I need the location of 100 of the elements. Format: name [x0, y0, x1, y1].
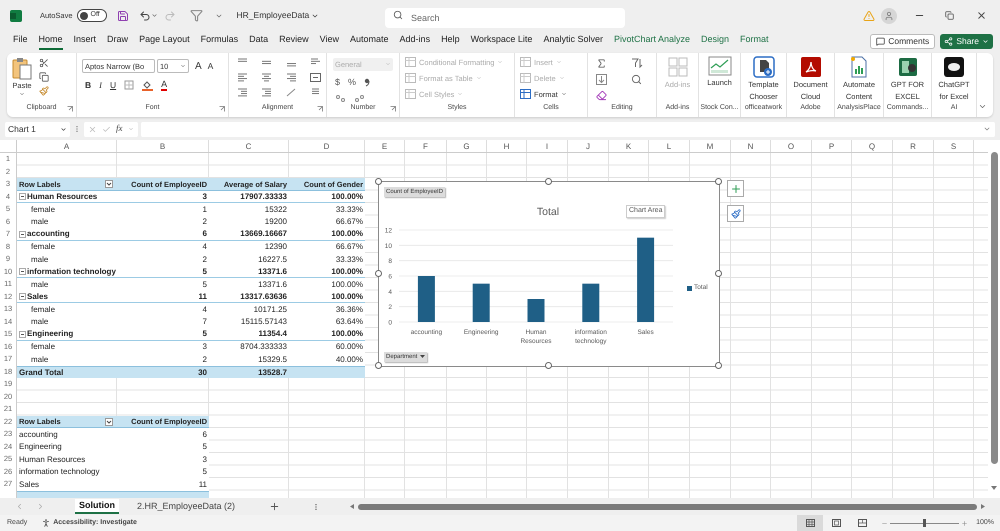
column-header[interactable]: D — [289, 140, 365, 152]
paragraph-direction-icon[interactable] — [310, 88, 321, 97]
column-header[interactable]: F — [405, 140, 447, 152]
column-header[interactable]: S — [934, 140, 974, 152]
menu-tab[interactable]: Data — [249, 32, 268, 50]
cut-icon[interactable] — [39, 58, 49, 68]
menu-tab[interactable]: PivotChart Analyze — [614, 32, 690, 50]
accessibility-icon[interactable] — [41, 518, 52, 528]
column-header[interactable]: A — [17, 140, 117, 152]
normal-view-button[interactable] — [797, 515, 824, 531]
column-header[interactable]: B — [117, 140, 209, 152]
dialog-launcher-icon[interactable] — [219, 106, 225, 112]
borders-icon[interactable] — [124, 80, 134, 90]
column-header[interactable]: E — [365, 140, 405, 152]
name-box[interactable]: Chart 1 — [5, 122, 70, 137]
column-header[interactable]: O — [771, 140, 812, 152]
resize-handle[interactable] — [544, 178, 552, 185]
column-header[interactable]: M — [690, 140, 731, 152]
collapse-icon[interactable] — [19, 268, 26, 276]
dialog-launcher-icon[interactable] — [390, 106, 396, 112]
resize-handle[interactable] — [544, 362, 552, 369]
column-header[interactable]: Q — [852, 140, 893, 152]
underline-button[interactable]: U — [110, 78, 116, 92]
share-button[interactable]: Share — [940, 34, 993, 49]
copy-icon[interactable] — [39, 72, 49, 82]
scrollbar-thumb[interactable] — [990, 152, 998, 464]
comments-button[interactable]: Comments — [870, 34, 936, 49]
zoom-slider-thumb[interactable] — [923, 519, 926, 527]
column-header[interactable]: I — [527, 140, 568, 152]
resize-handle[interactable] — [714, 270, 722, 277]
menu-tab[interactable]: Workspace Lite — [470, 32, 532, 50]
collapse-icon[interactable] — [19, 193, 26, 200]
percent-button[interactable]: % — [348, 76, 356, 90]
menu-tab[interactable]: View — [320, 32, 340, 50]
formula-input[interactable] — [140, 122, 995, 137]
fill-down-icon[interactable] — [596, 74, 607, 85]
find-icon[interactable] — [631, 74, 642, 85]
sort-filter-icon[interactable] — [631, 58, 643, 69]
scroll-left-icon[interactable] — [350, 504, 354, 510]
column-header[interactable]: K — [609, 140, 649, 152]
column-header[interactable]: R — [893, 140, 934, 152]
menu-tab[interactable]: Review — [279, 32, 309, 50]
menu-tab[interactable]: Add-ins — [400, 32, 430, 50]
search-field[interactable]: Search — [385, 8, 625, 28]
increase-decimal-icon[interactable] — [335, 94, 346, 104]
file-name[interactable]: HR_EmployeeData — [236, 9, 310, 22]
insert-function-button[interactable]: fx — [116, 122, 122, 136]
menu-tab[interactable]: Format — [740, 32, 769, 50]
column-header[interactable]: N — [731, 140, 771, 152]
menu-tab[interactable]: Analytic Solver — [543, 32, 603, 50]
add-element-button[interactable] — [727, 180, 744, 198]
menu-tab[interactable]: File — [13, 32, 28, 50]
collapse-icon[interactable] — [19, 330, 26, 338]
collapse-icon[interactable] — [19, 230, 26, 238]
align-right-icon[interactable] — [286, 72, 296, 82]
currency-button[interactable]: $ — [335, 76, 340, 90]
align-left-icon[interactable] — [237, 72, 248, 82]
dialog-launcher-icon[interactable] — [317, 106, 323, 112]
chart-styles-button[interactable] — [727, 205, 744, 222]
add-sheet-button[interactable] — [269, 501, 280, 512]
menu-tab[interactable]: Draw — [107, 32, 128, 50]
orientation-icon[interactable] — [286, 88, 296, 97]
column-header[interactable]: C — [209, 140, 289, 152]
merge-cells-icon[interactable] — [310, 72, 321, 82]
user-avatar[interactable] — [881, 8, 897, 24]
bold-button[interactable]: B — [85, 78, 92, 92]
menu-tab[interactable]: Design — [701, 32, 730, 50]
italic-button[interactable]: I — [99, 78, 102, 92]
menu-tab[interactable]: Automate — [350, 32, 389, 50]
horizontal-scrollbar-thumb[interactable] — [358, 504, 977, 510]
sheet-tab[interactable]: Solution — [75, 499, 119, 514]
close-button[interactable] — [976, 10, 987, 22]
resize-handle[interactable] — [374, 270, 382, 277]
resize-handle[interactable] — [714, 362, 722, 369]
scroll-right-icon[interactable] — [981, 504, 985, 510]
column-header[interactable]: H — [487, 140, 527, 152]
menu-tab[interactable]: Page Layout — [139, 32, 190, 50]
undo-icon[interactable] — [138, 10, 151, 22]
wrap-text-icon[interactable] — [310, 58, 321, 67]
resize-handle[interactable] — [374, 362, 382, 369]
filter-icon[interactable] — [190, 9, 203, 22]
restore-button[interactable] — [945, 11, 954, 20]
search-icon[interactable] — [393, 10, 403, 20]
filter-dropdown-button[interactable] — [105, 180, 113, 188]
resize-handle[interactable] — [714, 178, 722, 185]
grow-font-button[interactable]: A — [195, 58, 202, 74]
column-header[interactable]: G — [447, 140, 487, 152]
format-painter-icon[interactable] — [39, 86, 49, 96]
filter-dropdown-button[interactable] — [105, 418, 113, 426]
dialog-launcher-icon[interactable] — [67, 106, 73, 112]
collapse-icon[interactable] — [19, 293, 26, 300]
font-color-button[interactable]: A — [161, 79, 168, 92]
menu-tab[interactable]: Home — [38, 32, 63, 50]
decrease-decimal-icon[interactable] — [354, 94, 365, 104]
decrease-indent-icon[interactable] — [237, 88, 248, 97]
align-center-icon[interactable] — [261, 72, 272, 82]
shrink-font-button[interactable]: A — [208, 60, 214, 73]
menu-tab[interactable]: Help — [441, 32, 460, 50]
menu-tab[interactable]: Formulas — [200, 32, 238, 50]
autosum-icon[interactable] — [596, 58, 607, 69]
